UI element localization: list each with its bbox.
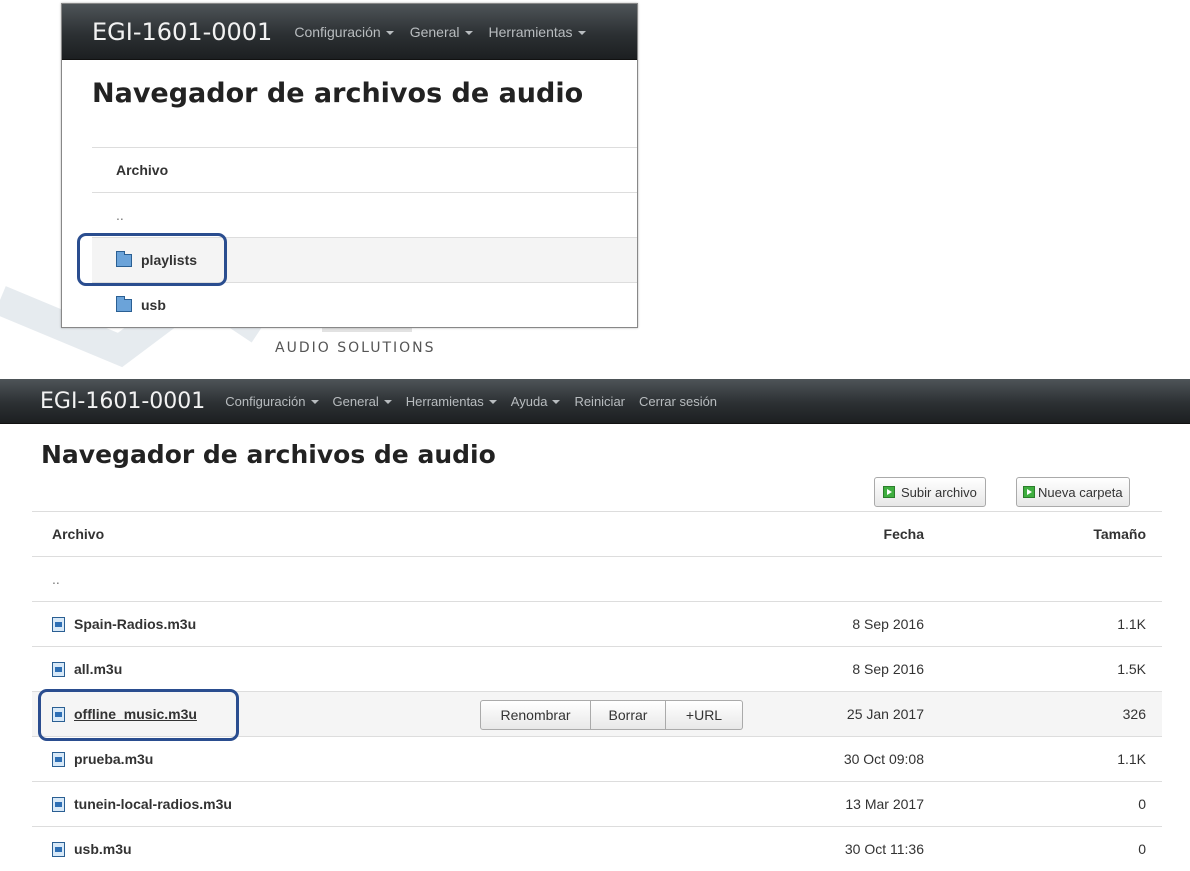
playlist-file-icon [52,616,65,632]
parent-dir-row[interactable]: .. [32,556,1162,601]
table-row[interactable]: tunein-local-radios.m3u 13 Mar 2017 0 [32,781,1162,826]
table-header: Archivo Fecha Tamaño [32,511,1162,556]
table-row[interactable]: prueba.m3u 30 Oct 09:08 1.1K [32,736,1162,781]
new-folder-icon [1023,486,1035,498]
chevron-down-icon [383,400,392,405]
row-actions: Renombrar Borrar +URL [480,700,743,730]
upload-file-button[interactable]: Subir archivo [874,477,986,507]
chevron-down-icon [552,400,561,405]
inset-menu-configuracion[interactable]: Configuración [294,24,394,40]
table-row[interactable]: all.m3u 8 Sep 2016 1.5K [32,646,1162,691]
file-name[interactable]: Spain-Radios.m3u [74,616,196,632]
highlight-callout-offline-music [38,689,239,741]
playlist-file-icon [52,661,65,677]
menu-configuracion[interactable]: Configuración [225,394,319,409]
file-size: 0 [1138,841,1146,857]
new-folder-button[interactable]: Nueva carpeta [1016,477,1130,507]
chevron-down-icon [464,30,473,35]
chevron-down-icon [385,30,394,35]
playlist-file-icon [52,751,65,767]
page-title: Navegador de archivos de audio [41,440,496,469]
table-row[interactable]: Spain-Radios.m3u 8 Sep 2016 1.1K [32,601,1162,646]
column-fecha[interactable]: Fecha [884,526,924,542]
file-name[interactable]: tunein-local-radios.m3u [74,796,232,812]
inset-table-header: Archivo [92,147,637,192]
menu-ayuda[interactable]: Ayuda [511,394,561,409]
table-row[interactable]: usb.m3u 30 Oct 11:36 0 [32,826,1162,871]
highlight-callout-playlists [77,233,227,286]
chevron-down-icon [488,400,497,405]
main-navbar: EGI-1601-0001 Configuración General Herr… [0,379,1190,424]
inset-folder-name[interactable]: usb [141,297,166,313]
menu-general[interactable]: General [333,394,392,409]
file-size: 326 [1122,706,1146,722]
inset-navbar: EGI-1601-0001 Configuración General Herr… [62,4,637,60]
file-size: 1.1K [1117,751,1146,767]
upload-icon [883,486,895,498]
inset-brand[interactable]: EGI-1601-0001 [92,18,272,46]
column-tamano[interactable]: Tamaño [1093,526,1146,542]
file-date: 30 Oct 09:08 [843,751,924,767]
parent-dir-link[interactable]: .. [52,571,60,587]
link-cerrar-sesion[interactable]: Cerrar sesión [639,394,717,409]
folder-icon [116,295,132,312]
brand[interactable]: EGI-1601-0001 [40,389,205,414]
logo-caption: AUDIO SOLUTIONS [275,340,436,356]
file-size: 0 [1138,796,1146,812]
add-url-button[interactable]: +URL [666,700,743,730]
chevron-down-icon [310,400,319,405]
file-date: 25 Jan 2017 [846,706,924,722]
file-name[interactable]: all.m3u [74,661,122,677]
inset-parent-dir-row[interactable]: .. [92,192,637,237]
file-date: 30 Oct 11:36 [844,841,924,857]
file-name[interactable]: prueba.m3u [74,751,153,767]
file-date: 8 Sep 2016 [852,616,924,632]
inset-folder-row-usb[interactable]: usb [92,282,637,327]
inset-column-archivo: Archivo [116,162,169,178]
link-reiniciar[interactable]: Reiniciar [574,394,625,409]
inset-menu-herramientas[interactable]: Herramientas [489,24,586,40]
file-date: 13 Mar 2017 [845,796,924,812]
file-size: 1.5K [1117,661,1146,677]
column-archivo[interactable]: Archivo [52,526,104,542]
menu-herramientas[interactable]: Herramientas [406,394,497,409]
playlist-file-icon [52,796,65,812]
file-name[interactable]: usb.m3u [74,841,132,857]
playlist-file-icon [52,841,65,857]
inset-menu-general[interactable]: General [410,24,473,40]
rename-button[interactable]: Renombrar [480,700,591,730]
inset-page-title: Navegador de archivos de audio [92,78,584,109]
chevron-down-icon [577,30,586,35]
file-date: 8 Sep 2016 [852,661,924,677]
delete-button[interactable]: Borrar [591,700,666,730]
file-size: 1.1K [1117,616,1146,632]
